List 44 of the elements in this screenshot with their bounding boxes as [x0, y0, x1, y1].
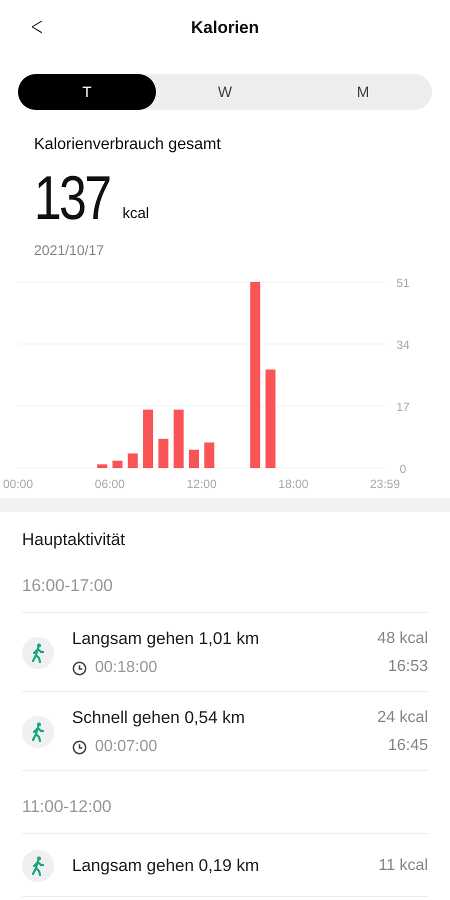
calorie-label: 48 kcal: [377, 630, 428, 648]
period-tab[interactable]: T: [18, 74, 156, 110]
activity-name: Langsam gehen 1,01 km: [72, 629, 260, 649]
duration-label: 00:07:00: [95, 738, 158, 756]
period-tab[interactable]: W: [156, 74, 294, 110]
axis-label: 0: [400, 462, 406, 476]
activity-name: Langsam gehen 0,19 km: [72, 856, 260, 876]
bar: [188, 450, 199, 468]
back-button[interactable]: <: [28, 12, 46, 42]
calorie-label: 24 kcal: [377, 709, 428, 727]
clock-icon: [72, 740, 87, 754]
calorie-total: 137: [34, 168, 110, 230]
section-title: Hauptaktivität: [22, 530, 126, 550]
activity-row[interactable]: Schnell gehen 0,54 km 00:07:00 24 kcal 16:45: [22, 692, 428, 771]
bar: [128, 453, 138, 468]
period-heading: 16:00-17:00: [22, 576, 428, 613]
period-tab[interactable]: M: [294, 74, 432, 110]
bar: [97, 464, 108, 468]
date-label: 2021/10/17: [34, 242, 106, 258]
clock-icon: [72, 660, 87, 676]
activity-name: Schnell gehen 0,54 km: [72, 708, 246, 728]
axis-label: 00:00: [2, 477, 34, 491]
time-label: 16:45: [388, 737, 428, 755]
axis-label: 17: [396, 400, 410, 414]
bar: [112, 460, 122, 468]
axis-label: 23:59: [370, 477, 400, 491]
axis-label: 18:00: [278, 477, 308, 491]
bar: [204, 442, 214, 468]
bar: [143, 410, 154, 468]
axis-label: 51: [396, 276, 410, 290]
activity-row[interactable]: Langsam gehen 1,01 km 00:18:00 48 kcal 16:53: [22, 613, 428, 692]
axis-label: 34: [396, 338, 410, 352]
axis-label: 06:00: [94, 477, 125, 491]
period-heading: 11:00-12:00: [22, 797, 428, 834]
duration-label: 00:18:00: [95, 659, 158, 677]
bar: [174, 410, 184, 468]
summary-title: Kalorienverbrauch gesamt: [34, 136, 222, 154]
unit-label: kcal: [122, 205, 150, 222]
bar: [158, 438, 168, 468]
axis-label: 12:00: [186, 477, 217, 491]
activity-row[interactable]: Langsam gehen 0,19 km 11 kcal: [22, 834, 428, 897]
page-title: Kalorien: [190, 18, 260, 38]
calorie-label: 11 kcal: [378, 857, 428, 875]
time-label: 16:53: [388, 658, 428, 676]
